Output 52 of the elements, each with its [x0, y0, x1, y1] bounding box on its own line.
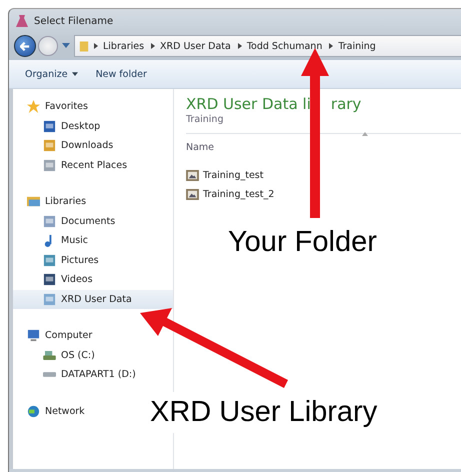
nav-group[interactable]: Computer	[27, 326, 92, 346]
chevron-icon	[94, 43, 98, 49]
file-icon	[43, 273, 56, 286]
nav-item[interactable]: Downloads	[13, 136, 173, 156]
image-file-icon	[186, 170, 199, 181]
drive-icon	[43, 350, 56, 360]
back-arrow-icon	[20, 42, 30, 50]
folder-icon	[27, 195, 40, 208]
file-item[interactable]: Training_test	[186, 166, 461, 185]
file-icon	[43, 254, 56, 267]
breadcrumb[interactable]: Todd Schumann	[246, 40, 322, 52]
nav-item[interactable]: DATAPART1 (D:)	[13, 365, 173, 384]
file-item[interactable]: Training_test_2	[186, 185, 461, 204]
breadcrumb[interactable]: Training	[338, 40, 376, 52]
toolbar-button[interactable]: New folder	[92, 66, 151, 82]
drive-icon	[43, 372, 56, 378]
nav-item[interactable]: Documents	[13, 212, 173, 231]
app-icon	[15, 14, 29, 28]
library-title: XRD User Data li	[186, 95, 311, 113]
column-header[interactable]: Name	[186, 142, 214, 152]
nav-item[interactable]: OS (C:)	[13, 346, 173, 365]
nav-group[interactable]: Favorites	[27, 97, 88, 116]
nav-item[interactable]: Recent Places	[13, 156, 173, 175]
library-title: rary	[330, 95, 362, 113]
dropdown-icon[interactable]	[62, 43, 70, 49]
chevron-icon	[151, 43, 156, 49]
chevron-icon	[329, 43, 334, 49]
back-button[interactable]	[14, 35, 36, 57]
nav-group[interactable]: Network	[27, 402, 85, 421]
file-icon	[43, 139, 56, 152]
image-file-icon	[186, 189, 199, 200]
file-icon	[43, 158, 56, 172]
nav-item[interactable]: Desktop	[13, 116, 173, 136]
file-icon	[43, 292, 56, 306]
breadcrumb[interactable]: Libraries	[103, 40, 144, 52]
star-icon	[27, 100, 40, 114]
nav-item[interactable]: XRD User Data	[13, 290, 173, 309]
window-title: Select Filename	[34, 16, 114, 26]
breadcrumb[interactable]: XRD User Data	[160, 40, 231, 52]
file-icon	[43, 214, 56, 228]
sort-icon	[362, 132, 368, 136]
nav-item[interactable]: Pictures	[13, 250, 173, 270]
address-bar[interactable]: Libraries XRD User Data Todd Schumann Training	[74, 35, 461, 57]
nav-item[interactable]: Videos	[13, 270, 173, 290]
folder-icon	[79, 40, 89, 52]
nav-group[interactable]: Libraries	[27, 192, 86, 212]
monitor-icon	[27, 329, 40, 342]
toolbar-button[interactable]: Organize	[21, 66, 82, 82]
nav-item[interactable]: Music	[13, 231, 173, 250]
file-icon	[43, 120, 56, 133]
chevron-icon	[238, 43, 242, 49]
globe-icon	[27, 404, 40, 418]
